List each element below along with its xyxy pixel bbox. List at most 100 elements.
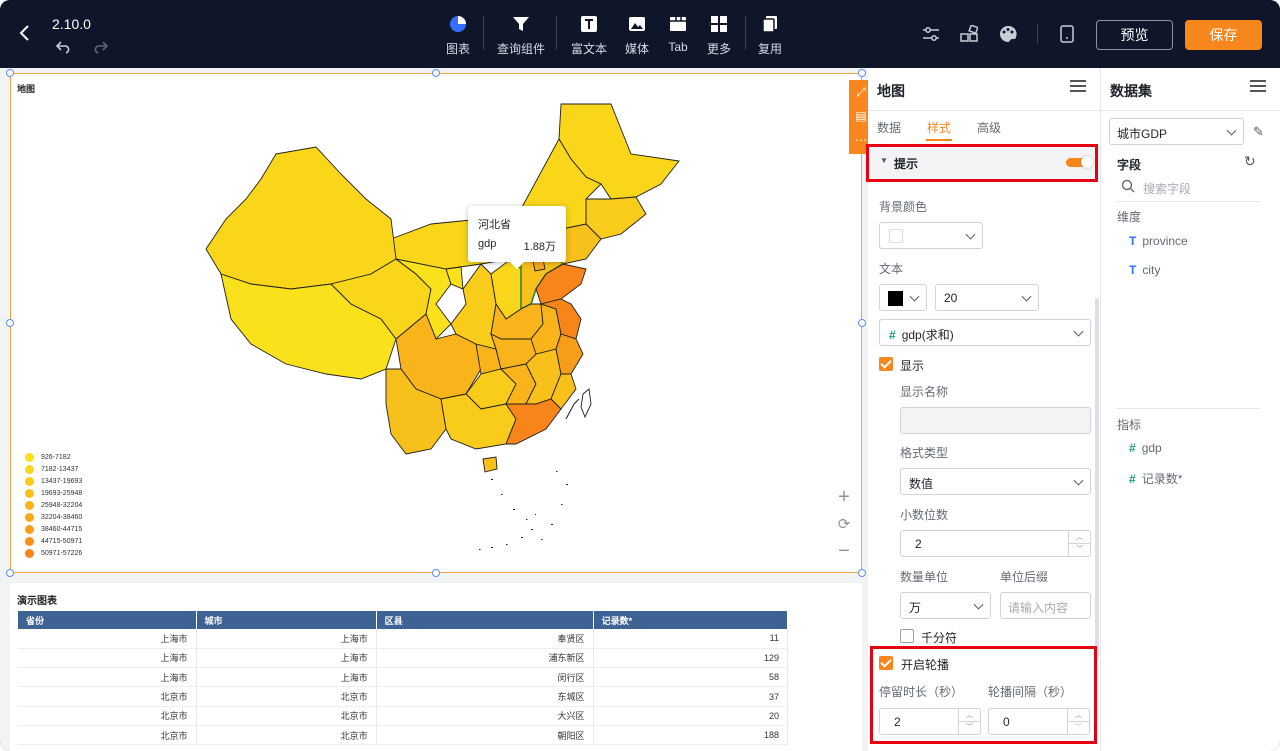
legend-label: 50971-57226 [41, 550, 83, 557]
dataset-select[interactable]: 城市GDP [1109, 118, 1244, 145]
table-cell: 58 [593, 667, 789, 688]
tool-chart[interactable]: 图表 [433, 14, 483, 57]
table-row[interactable]: 北京市 北京市 大兴区 20 [18, 706, 789, 726]
legend-label: 19693-25948 [41, 490, 83, 497]
preview-button[interactable]: 预览 [1096, 20, 1173, 50]
format-type-select[interactable]: 数值 [900, 468, 1091, 495]
filter-icon [496, 14, 546, 36]
table-cell: 朝阳区 [376, 725, 594, 746]
table-cell: 129 [593, 648, 789, 669]
legend-dot [25, 549, 34, 558]
panel-scrollbar[interactable] [1095, 298, 1099, 658]
thousands-checkbox[interactable] [900, 629, 914, 643]
unit-select[interactable]: 万 [900, 592, 991, 619]
tool-more[interactable]: 更多 [694, 14, 744, 57]
tool-richtext[interactable]: 富文本 [564, 14, 614, 57]
legend-item[interactable]: 926-7182 [25, 452, 105, 464]
bg-color-picker[interactable] [879, 222, 983, 249]
collapse-dataset-icon[interactable] [1250, 80, 1266, 92]
text-type-icon: T [1129, 263, 1137, 277]
legend-label: 38460-44715 [41, 526, 83, 533]
resize-handle[interactable] [6, 69, 14, 77]
table-cell: 上海市 [196, 629, 377, 649]
table-header-cell[interactable]: 记录数* [593, 611, 789, 629]
dimension-field-city[interactable]: Tcity [1129, 263, 1160, 277]
table-header-cell[interactable]: 省份 [18, 611, 197, 629]
table-row[interactable]: 上海市 上海市 浦东新区 129 [18, 648, 789, 669]
save-button[interactable]: 保存 [1185, 20, 1262, 50]
tool-query[interactable]: 查询组件 [496, 14, 546, 57]
field-name: 记录数* [1141, 472, 1183, 486]
table-row[interactable]: 上海市 上海市 闵行区 58 [18, 667, 789, 688]
dataset-value: 城市GDP [1117, 127, 1168, 141]
resize-handle[interactable] [432, 69, 440, 77]
map-region-hainan [482, 456, 498, 473]
table-cell: 东城区 [376, 686, 594, 707]
resize-handle[interactable] [858, 319, 866, 327]
legend-label: 25948-32204 [41, 502, 83, 509]
legend-item[interactable]: 25948-32204 [25, 500, 105, 512]
suffix-placeholder: 请输入内容 [1008, 601, 1069, 615]
field-name: gdp [1141, 441, 1162, 455]
text-label: 文本 [879, 262, 904, 276]
legend-dot [25, 465, 34, 474]
metric-field-count[interactable]: # 记录数* [1129, 470, 1182, 487]
mobile-icon[interactable] [1060, 25, 1074, 48]
settings-sliders-icon[interactable] [922, 26, 940, 47]
dimension-field-province[interactable]: Tprovince [1129, 234, 1188, 248]
table-row[interactable]: 上海市 上海市 奉贤区 11 [18, 629, 789, 649]
dashboard-canvas[interactable]: 地图 河北省 gdp 1.88万 926-7182 7182-13437 134… [0, 68, 873, 751]
theme-palette-icon[interactable] [998, 24, 1018, 49]
metric-field-gdp[interactable]: # gdp [1129, 441, 1162, 455]
tool-reuse[interactable]: 复用 [745, 14, 795, 57]
table-row[interactable]: 北京市 北京市 朝阳区 188 [18, 725, 789, 746]
tab-advanced[interactable]: 高级 [977, 119, 1001, 136]
tab-style[interactable]: 样式 [927, 119, 951, 136]
resize-handle[interactable] [432, 569, 440, 577]
legend-item[interactable]: 50971-57226 [25, 548, 105, 560]
legend-item[interactable]: 32204-38460 [25, 512, 105, 524]
legend-item[interactable]: 38460-44715 [25, 524, 105, 536]
suffix-input[interactable]: 请输入内容 [1000, 592, 1091, 619]
show-checkbox[interactable] [879, 357, 893, 371]
legend-item[interactable]: 44715-50971 [25, 536, 105, 548]
thousands-label: 千分符 [921, 631, 958, 645]
text-color-picker[interactable] [879, 284, 927, 311]
reset-icon[interactable]: ⟳ [829, 511, 859, 538]
unit-value: 万 [909, 601, 922, 615]
highlight-box [870, 646, 1097, 744]
table-cell: 188 [593, 725, 789, 746]
legend-dot [25, 537, 34, 546]
version-label: 2.10.0 [52, 16, 91, 32]
table-header-cell[interactable]: 区县 [376, 611, 594, 629]
resize-handle[interactable] [858, 569, 866, 577]
legend-item[interactable]: 13437-19693 [25, 476, 105, 488]
map-chart-card[interactable]: 地图 河北省 gdp 1.88万 926-7182 7182-13437 134… [10, 73, 873, 573]
zoom-out-icon[interactable]: − [829, 538, 859, 565]
table-row[interactable]: 北京市 北京市 东城区 37 [18, 686, 789, 707]
display-name-input[interactable] [900, 407, 1091, 434]
back-icon[interactable] [18, 24, 32, 42]
decimals-stepper[interactable]: 2 ︿ ﹀ [900, 530, 1091, 557]
legend-item[interactable]: 7182-13437 [25, 464, 105, 476]
tooltip-field-select[interactable]: # gdp(求和) [879, 319, 1091, 346]
resize-handle[interactable] [6, 569, 14, 577]
format-type-label: 格式类型 [900, 446, 949, 460]
resize-handle[interactable] [858, 69, 866, 77]
field-search-input[interactable]: 搜索字段 [1143, 180, 1258, 197]
refresh-icon[interactable]: ↻ [1244, 153, 1256, 170]
undo-icon[interactable] [55, 40, 72, 59]
edit-dataset-icon[interactable]: ✎ [1253, 124, 1264, 140]
table-header-cell[interactable]: 城市 [196, 611, 377, 629]
table-chart-card[interactable]: 演示图表 省份 城市 区县 记录数* 上海市 上海市 奉贤区 11 上海市 上海市 浦东新区 129… [10, 583, 862, 751]
stepper-down-icon[interactable]: ﹀ [1068, 543, 1090, 556]
collapse-panel-icon[interactable] [1070, 80, 1086, 92]
zoom-in-icon[interactable]: + [829, 484, 859, 511]
china-map[interactable] [191, 99, 691, 559]
tab-data[interactable]: 数据 [877, 119, 901, 136]
layout-icon[interactable] [960, 24, 979, 48]
legend-item[interactable]: 19693-25948 [25, 488, 105, 500]
resize-handle[interactable] [6, 319, 14, 327]
font-size-select[interactable]: 20 [935, 284, 1039, 311]
redo-icon[interactable] [92, 40, 109, 59]
